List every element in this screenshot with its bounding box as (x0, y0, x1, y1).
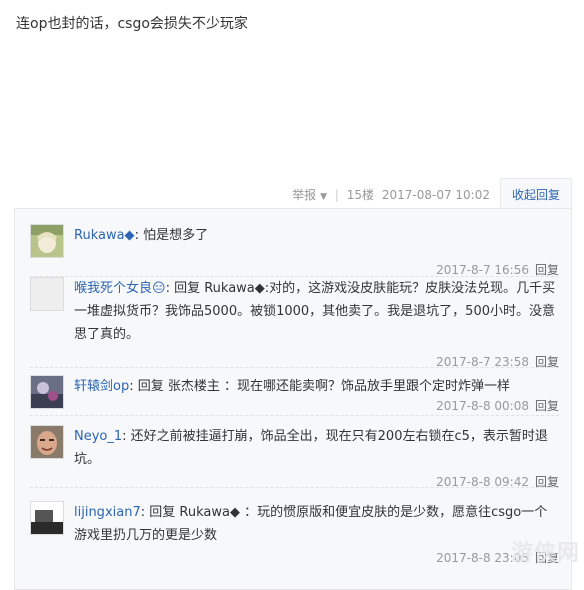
reply-username[interactable]: 轩辕剑op (74, 379, 129, 394)
meta-separator: | (334, 188, 339, 202)
avatar-image (31, 426, 63, 458)
avatar[interactable] (30, 277, 64, 311)
reply-button[interactable]: 回复 (535, 399, 559, 413)
reply-content: 轩辕剑op: 回复 张杰楼主 ：现在哪还能卖啊？饰品放手里跟个定时炸弹一样 (74, 375, 559, 398)
avatar-image (31, 225, 63, 257)
avatar[interactable] (30, 224, 64, 258)
reply-item: 喉我死个女良😑: 回复 Rukawa◆:对的，这游戏没皮肤能玩？皮肤没法兑现。几… (15, 275, 571, 369)
reply-prefix: : 回复 (140, 505, 176, 520)
reply-to-user[interactable]: Rukawa◆ (204, 281, 265, 296)
avatar[interactable] (30, 425, 64, 459)
post-meta-bar: 举报 ▼ | 15楼 2017-08-07 10:02 (0, 186, 584, 206)
reply-username[interactable]: lijingxian7 (74, 505, 141, 520)
reply-content: 喉我死个女良😑: 回复 Rukawa◆:对的，这游戏没皮肤能玩？皮肤没法兑现。几… (74, 277, 559, 346)
reply-time: 2017-8-8 00:08 (436, 399, 529, 413)
collapse-replies-button[interactable]: 收起回复 (500, 178, 572, 209)
reply-username[interactable]: 喉我死个女良😑 (74, 281, 166, 296)
reply-panel: Rukawa◆: 怕是想多了 2017-8-7 16:56 回复 喉我死个女良😑:… (14, 208, 572, 590)
reply-to-user[interactable]: 张杰楼主 (168, 379, 220, 394)
reply-username[interactable]: Neyo_1 (74, 429, 122, 444)
avatar-image (31, 376, 63, 408)
reply-prefix: : 回复 (165, 281, 201, 296)
chevron-down-icon[interactable]: ▼ (320, 192, 327, 202)
reply-content: lijingxian7: 回复 Rukawa◆ ：玩的惯原版和便宜皮肤的是少数，… (74, 501, 559, 547)
avatar[interactable] (30, 501, 64, 535)
avatar[interactable] (30, 375, 64, 409)
post-meta-left: 举报 ▼ | 15楼 2017-08-07 10:02 (290, 186, 492, 203)
floor-number: 15楼 (346, 188, 375, 202)
post-text: 连op也封的话，csgo会损失不少玩家 (16, 16, 248, 32)
reply-footer: 2017-8-8 00:08 回复 (436, 397, 559, 414)
reply-username[interactable]: Rukawa◆ (74, 228, 135, 243)
watermark-logo: 游侠网 (510, 541, 580, 566)
reply-divider (30, 415, 559, 416)
reply-item: Neyo_1: 还好之前被挂逼打崩，饰品全出，现在只有200左右锁在c5，表示暂… (15, 423, 571, 493)
reply-item: Rukawa◆: 怕是想多了 2017-8-7 16:56 回复 (15, 224, 571, 277)
reply-divider (30, 487, 559, 488)
reply-prefix: : 回复 (129, 379, 164, 394)
reply-content: Rukawa◆: 怕是想多了 (74, 224, 559, 247)
reply-to-user[interactable]: Rukawa◆ (179, 505, 240, 520)
reply-divider (30, 367, 559, 368)
avatar-image (31, 502, 63, 534)
reply-text: : 还好之前被挂逼打崩，饰品全出，现在只有200左右锁在c5，表示暂时退坑。 (74, 429, 548, 467)
reply-text: : 怕是想多了 (134, 228, 209, 243)
reply-content: Neyo_1: 还好之前被挂逼打崩，饰品全出，现在只有200左右锁在c5，表示暂… (74, 425, 559, 471)
report-link[interactable]: 举报 (292, 188, 316, 202)
post-datetime: 2017-08-07 10:02 (381, 188, 490, 202)
reply-item: lijingxian7: 回复 Rukawa◆ ：玩的惯原版和便宜皮肤的是少数，… (15, 499, 571, 569)
reply-text: ：现在哪还能卖啊？饰品放手里跟个定时炸弹一样 (219, 379, 511, 394)
